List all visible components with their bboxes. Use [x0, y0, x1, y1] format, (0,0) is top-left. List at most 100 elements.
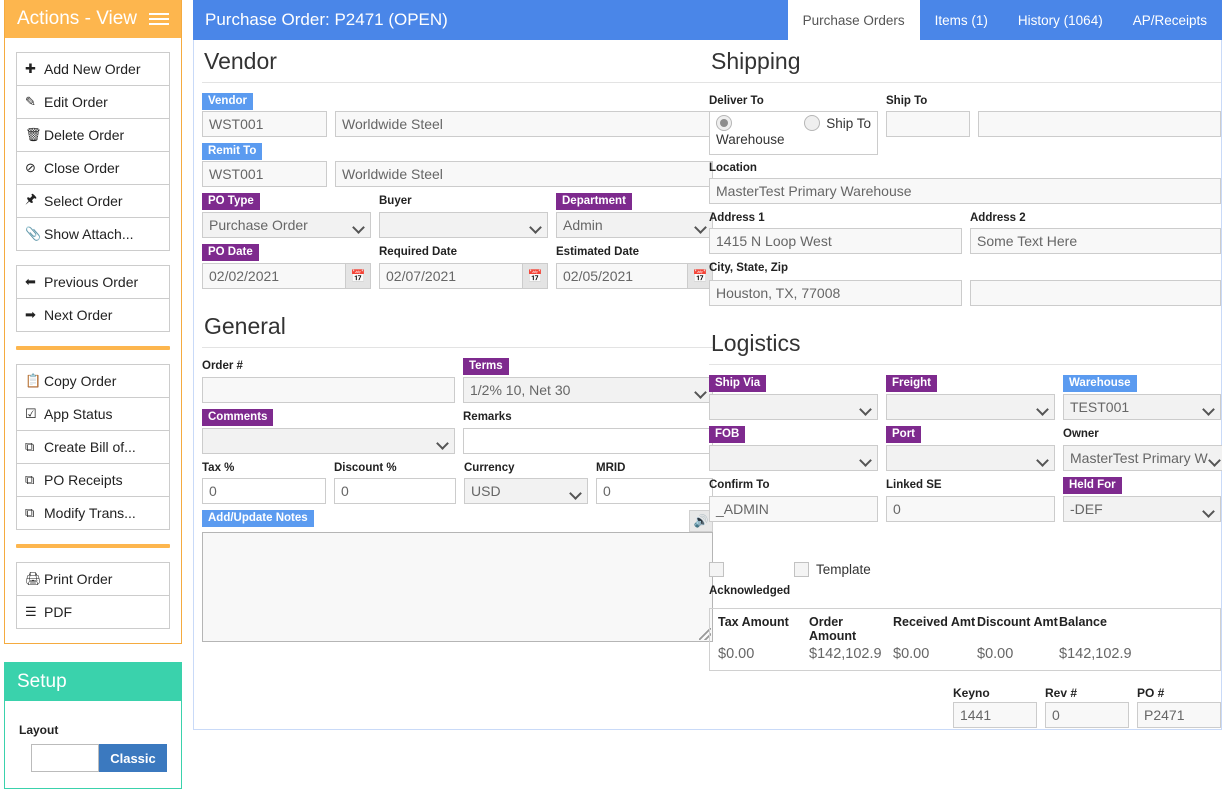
totals-value-row: $0.00 $142,102.9 $0.00 $0.00 $142,102.9 — [718, 646, 1212, 662]
keyno-label-row: Keyno Rev # PO # — [709, 685, 1221, 700]
deliver-to-radio-line: Ship To — [716, 115, 871, 131]
fob-label-row: FOB Port Owner — [709, 425, 1221, 443]
keyno-field[interactable]: 1441 — [953, 702, 1037, 728]
add-new-order-button[interactable]: ✚ Add New Order — [17, 53, 169, 86]
previous-order-button[interactable]: ⬅ Previous Order — [17, 266, 169, 299]
csz-label-row: City, State, Zip — [709, 259, 1221, 278]
department-select[interactable]: Admin — [556, 212, 713, 238]
balance-value: $142,102.9 — [1059, 646, 1212, 662]
tab-history[interactable]: History (1064) — [1003, 0, 1118, 40]
copy-order-button[interactable]: 📋 Copy Order — [17, 365, 169, 398]
radio-ship-to[interactable] — [804, 115, 820, 131]
confirm-to-field[interactable]: _ADMIN — [709, 496, 878, 522]
rev-field[interactable]: 0 — [1045, 702, 1129, 728]
edit-order-button[interactable]: ✎ Edit Order — [17, 86, 169, 119]
estimated-date-label: Estimated Date — [556, 244, 639, 260]
deliver-to-label-row: Deliver To Ship To — [709, 92, 1221, 109]
ship-to-code-field[interactable] — [886, 111, 970, 137]
layout-option-classic[interactable]: Classic — [99, 744, 167, 772]
acknowledged-checkbox[interactable] — [709, 562, 724, 577]
currency-select[interactable]: USD — [464, 478, 588, 504]
port-select[interactable] — [886, 445, 1055, 471]
tab-purchase-orders[interactable]: Purchase Orders — [788, 0, 920, 40]
tab-items[interactable]: Items (1) — [920, 0, 1003, 40]
modify-transaction-button[interactable]: ⧉ Modify Trans... — [17, 497, 169, 530]
comments-select[interactable] — [202, 428, 455, 454]
po-date-label-row: PO Date Required Date Estimated Date — [202, 243, 713, 261]
held-for-select[interactable]: -DEF — [1063, 496, 1221, 522]
city-state-zip-field[interactable]: Houston, TX, 77008 — [709, 280, 962, 306]
calendar-icon[interactable]: 📅 — [345, 263, 371, 289]
remit-to-label-row: Remit To — [202, 142, 713, 161]
estimated-date-field[interactable]: 02/05/2021 — [556, 263, 687, 289]
pdf-label: PDF — [44, 604, 72, 620]
delete-order-button[interactable]: 🗑 Delete Order — [17, 119, 169, 152]
required-date-field[interactable]: 02/07/2021 — [379, 263, 522, 289]
freight-select[interactable] — [886, 394, 1055, 420]
arrow-left-icon: ⬅ — [25, 274, 44, 290]
notes-textarea[interactable] — [202, 532, 713, 642]
template-label: Template — [816, 562, 871, 577]
port-badge: Port — [886, 426, 921, 443]
remarks-field[interactable] — [463, 428, 713, 454]
vendor-code-field[interactable]: WST001 — [202, 111, 327, 137]
order-amount-value: $142,102.9 — [809, 646, 893, 662]
select-order-button[interactable]: 🖈 Select Order — [17, 185, 169, 218]
calendar-icon[interactable]: 📅 — [522, 263, 548, 289]
print-order-button[interactable]: 🖨 Print Order — [17, 563, 169, 596]
app-status-button[interactable]: ☑ App Status — [17, 398, 169, 431]
layout-option-blank[interactable] — [31, 744, 99, 772]
show-attachments-label: Show Attach... — [44, 226, 134, 242]
city-state-zip-extra-field[interactable] — [970, 280, 1221, 306]
address1-field[interactable]: 1415 N Loop West — [709, 228, 962, 254]
freight-badge: Freight — [886, 375, 937, 392]
close-order-button[interactable]: ⊘ Close Order — [17, 152, 169, 185]
show-attachments-button[interactable]: 📎 Show Attach... — [17, 218, 169, 251]
po-receipts-button[interactable]: ⧉ PO Receipts — [17, 464, 169, 497]
create-bill-of-lading-button[interactable]: ⧉ Create Bill of... — [17, 431, 169, 464]
print-order-label: Print Order — [44, 571, 112, 587]
remit-to-code-field[interactable]: WST001 — [202, 161, 327, 187]
po-date-field[interactable]: 02/02/2021 — [202, 263, 345, 289]
vendor-name-field[interactable]: Worldwide Steel — [335, 111, 713, 137]
po-number-field[interactable]: P2471 — [1137, 702, 1221, 728]
setup-panel: Setup Layout Classic — [4, 662, 182, 789]
po-type-select[interactable]: Purchase Order — [202, 212, 371, 238]
setup-panel-body: Layout Classic — [5, 701, 181, 788]
tax-percent-field[interactable]: 0 — [202, 478, 326, 504]
terms-select[interactable]: 1/2% 10, Net 30 — [463, 377, 713, 403]
copy-order-label: Copy Order — [44, 373, 116, 389]
owner-select[interactable]: MasterTest Primary W — [1063, 445, 1222, 471]
totals-table: Tax Amount Order Amount Received Amt Dis… — [709, 608, 1221, 671]
tab-ap-receipts[interactable]: AP/Receipts — [1118, 0, 1222, 40]
action-group-operations: 📋 Copy Order ☑ App Status ⧉ Create Bill … — [16, 364, 170, 530]
po-type-badge: PO Type — [202, 193, 260, 210]
warehouse-select[interactable]: TEST001 — [1063, 394, 1221, 420]
location-field[interactable]: MasterTest Primary Warehouse — [709, 178, 1221, 204]
buyer-select[interactable] — [379, 212, 548, 238]
order-number-field[interactable] — [202, 377, 455, 403]
address2-label: Address 2 — [970, 210, 1026, 226]
close-order-label: Close Order — [44, 160, 119, 176]
ship-via-select[interactable] — [709, 394, 878, 420]
fob-select[interactable] — [709, 445, 878, 471]
fob-field-row: MasterTest Primary W — [709, 445, 1221, 471]
shipvia-label-row: Ship Via Freight Warehouse — [709, 374, 1221, 392]
remit-to-name-field[interactable]: Worldwide Steel — [335, 161, 713, 187]
next-order-button[interactable]: ➡ Next Order — [17, 299, 169, 332]
linked-se-field[interactable]: 0 — [886, 496, 1055, 522]
ship-to-name-field[interactable] — [978, 111, 1221, 137]
address2-field[interactable]: Some Text Here — [970, 228, 1221, 254]
pdf-button[interactable]: ☰ PDF — [17, 596, 169, 629]
deliver-to-field-row: Ship To Warehouse — [709, 111, 1221, 155]
paperclip-icon: 📎 — [25, 226, 44, 242]
discount-percent-field[interactable]: 0 — [334, 478, 456, 504]
address-field-row: 1415 N Loop West Some Text Here — [709, 228, 1221, 254]
template-checkbox[interactable] — [794, 562, 809, 577]
mrid-field[interactable]: 0 — [596, 478, 713, 504]
radio-warehouse[interactable] — [716, 115, 732, 131]
right-column: Shipping Deliver To Ship To — [709, 40, 1221, 728]
plus-square-icon: ✚ — [25, 61, 44, 77]
external-link-icon: ⧉ — [25, 505, 44, 521]
hamburger-icon[interactable] — [149, 13, 169, 25]
